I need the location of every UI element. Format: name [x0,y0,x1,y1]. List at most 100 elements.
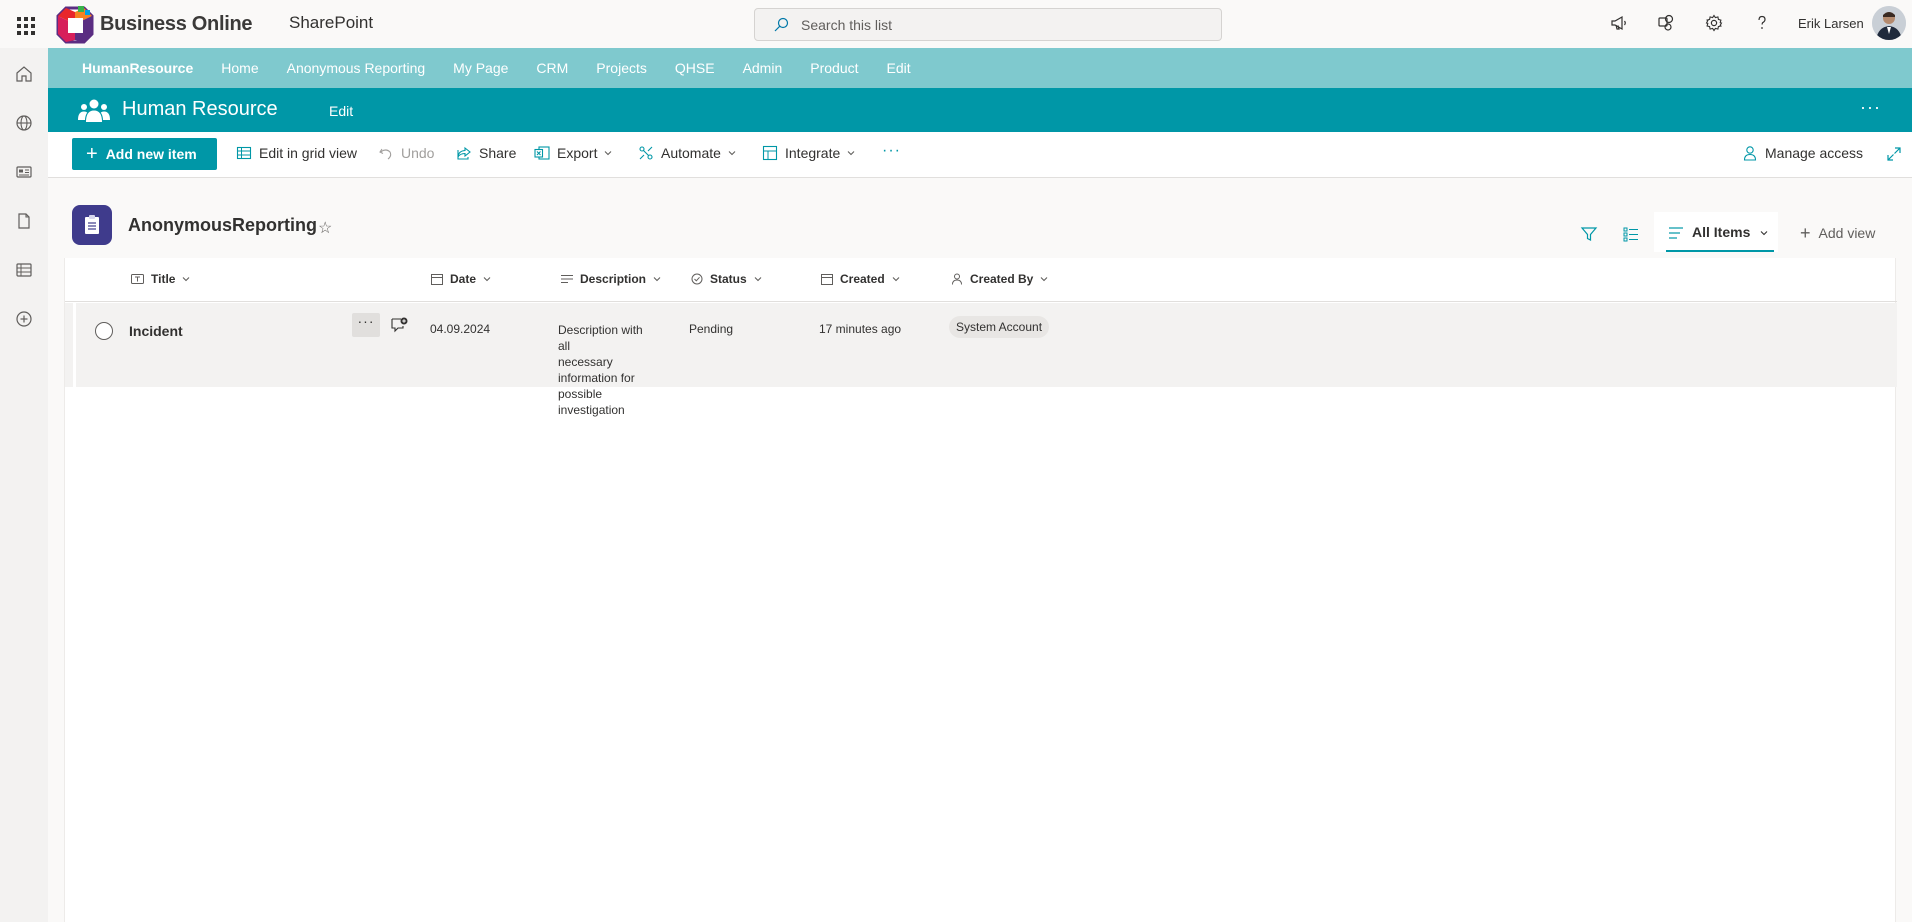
row-date: 04.09.2024 [430,322,491,336]
list-lines-icon [1669,227,1683,239]
export-label: Export [557,145,598,161]
column-description-label: Description [580,272,647,286]
table-row[interactable]: Incident ··· 04.09.2024 Description with… [65,303,1897,417]
sharepoint-app-icon[interactable] [1656,10,1676,36]
calendar-icon [821,274,833,285]
comment-add-icon[interactable] [390,316,408,334]
undo-label: Undo [401,145,435,161]
column-header-status[interactable]: Status [691,272,762,286]
row-created-by-persona[interactable]: System Account [949,316,1050,338]
user-name[interactable]: Erik Larsen [1798,16,1864,31]
command-bar: + Add new item Edit in grid view Undo Sh… [48,132,1912,178]
news-icon[interactable] [12,160,36,184]
home-icon[interactable] [12,62,36,86]
hub-nav-item-home[interactable]: Home [221,60,258,76]
site-title[interactable]: Human Resource [122,98,278,121]
hub-nav-item-admin[interactable]: Admin [743,60,783,76]
row-description-line: Description with all [558,323,643,353]
row-more-actions-button[interactable]: ··· [352,313,380,337]
view-options-icon[interactable] [1622,225,1640,243]
column-header-title[interactable]: Title [131,272,190,286]
hub-nav-item-edit[interactable]: Edit [887,60,911,76]
hub-nav-item-anonymous-reporting[interactable]: Anonymous Reporting [287,60,426,76]
undo-button[interactable]: Undo [378,145,434,161]
site-edit-link[interactable]: Edit [329,103,353,119]
create-add-icon[interactable] [12,307,36,331]
document-icon[interactable] [12,209,36,233]
chevron-down-icon [754,277,762,282]
manage-access-label: Manage access [1765,145,1864,161]
integrate-button[interactable]: Integrate [762,145,862,161]
chevron-down-icon [183,277,190,282]
column-header-row: Title Date Description Status Created Cr… [65,258,1897,302]
hub-nav-item-crm[interactable]: CRM [536,60,568,76]
row-description-line: information for [558,371,635,385]
person-icon [1743,146,1757,161]
lists-icon[interactable] [12,258,36,282]
globe-icon[interactable] [12,111,36,135]
suite-app-name[interactable]: SharePoint [289,13,373,33]
list-title[interactable]: AnonymousReporting [128,215,317,236]
suite-bar: Business Online SharePoint Search this l… [0,0,1912,48]
add-new-item-button[interactable]: + Add new item [72,138,217,170]
all-items-view-switcher[interactable]: All Items [1654,212,1778,252]
column-header-created[interactable]: Created [821,272,900,286]
automate-button[interactable]: Automate [638,145,743,161]
app-launcher-icon[interactable] [8,8,40,40]
all-items-label: All Items [1692,224,1751,240]
export-button[interactable]: Export [534,145,619,161]
row-description-line: investigation [558,403,625,417]
excel-export-icon [534,146,550,160]
settings-gear-icon[interactable] [1704,10,1724,36]
row-select-checkbox[interactable] [95,322,113,340]
selected-view-indicator [1666,250,1774,252]
brand[interactable]: Business Online [54,4,253,44]
chevron-down-icon [728,151,736,156]
automate-label: Automate [661,145,721,161]
filter-icon[interactable] [1580,225,1598,243]
edit-in-grid-view-button[interactable]: Edit in grid view [236,145,357,161]
chevron-down-icon [653,277,661,282]
share-icon [457,146,471,160]
clipboard-icon [85,215,99,234]
add-view-button[interactable]: + Add view [1800,223,1875,243]
integrate-icon [762,145,778,161]
column-header-date[interactable]: Date [431,272,491,286]
plus-icon: + [86,143,98,165]
integrate-label: Integrate [785,145,841,161]
hub-nav-item-my-page[interactable]: My Page [453,60,508,76]
column-created-by-label: Created By [970,272,1034,286]
plus-icon: + [1800,223,1811,243]
favorite-star-icon[interactable]: ☆ [318,218,332,238]
expand-icon[interactable] [1886,146,1902,162]
text-field-icon [131,274,144,284]
calendar-icon [431,274,443,285]
hub-nav-item-product[interactable]: Product [810,60,858,76]
row-description-line: necessary [558,355,613,369]
undo-icon [379,148,392,160]
column-header-created-by[interactable]: Created By [951,272,1048,286]
column-header-description[interactable]: Description [561,272,661,286]
brand-name: Business Online [100,12,253,35]
hub-nav-home[interactable]: HumanResource [82,60,193,76]
edit-in-grid-view-label: Edit in grid view [259,145,358,161]
more-commands-button[interactable]: ··· [882,142,901,160]
share-label: Share [479,145,517,161]
search-input[interactable]: Search this list [801,17,892,33]
share-button[interactable]: Share [456,145,516,161]
row-title[interactable]: Incident [129,323,183,339]
automate-flow-icon [639,146,653,160]
site-more-button[interactable]: ··· [1860,98,1881,116]
people-group-icon [78,99,110,122]
search-box[interactable]: Search this list [754,8,1222,41]
grid-icon [236,146,252,160]
hub-nav-item-qhse[interactable]: QHSE [675,60,715,76]
hub-nav-item-projects[interactable]: Projects [596,60,647,76]
chevron-down-icon [483,277,491,282]
megaphone-icon[interactable] [1609,10,1629,36]
column-date-label: Date [450,272,477,286]
help-icon[interactable] [1752,10,1772,36]
user-avatar[interactable] [1872,6,1906,40]
app-bar [0,48,48,922]
manage-access-button[interactable]: Manage access [1742,145,1863,161]
